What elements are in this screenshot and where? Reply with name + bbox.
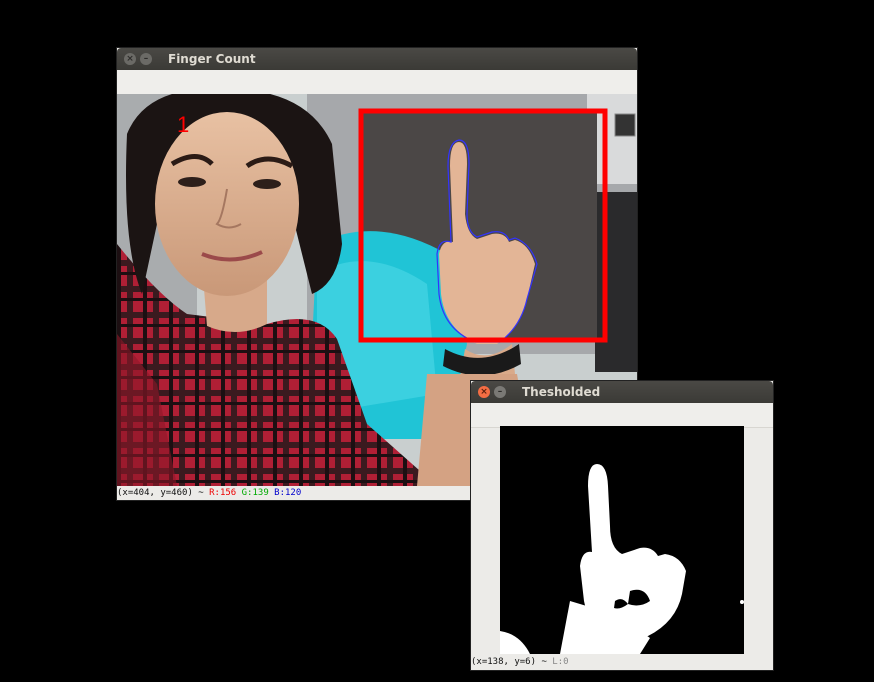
window-title: Thesholded <box>522 385 601 399</box>
window-title: Finger Count <box>168 52 256 66</box>
titlebar[interactable]: × – Finger Count <box>117 48 637 70</box>
titlebar[interactable]: × – Thesholded <box>471 381 773 403</box>
status-bar: (x=138, y=6) ~ L:0 <box>471 657 569 667</box>
thresholded-window: × – Thesholded (x=138, y=6) ~ L:0 <box>471 381 773 670</box>
minimize-icon[interactable]: – <box>494 386 506 398</box>
status-bar: (x=404, y=460) ~ R:156 G:139 B:120 <box>117 488 302 498</box>
threshold-image <box>500 426 744 654</box>
toolbar <box>117 70 637 95</box>
finger-count-label: 1 <box>177 112 189 137</box>
close-icon[interactable]: × <box>124 53 136 65</box>
toolbar <box>471 403 773 428</box>
close-icon[interactable]: × <box>478 386 490 398</box>
minimize-icon[interactable]: – <box>140 53 152 65</box>
